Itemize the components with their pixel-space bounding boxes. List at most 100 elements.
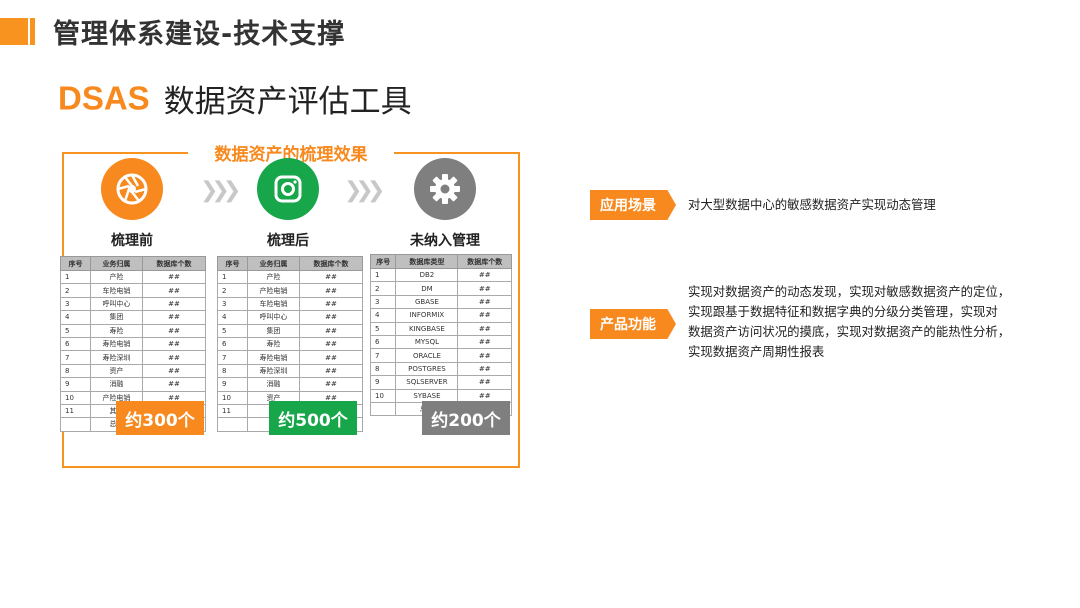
- aperture-icon: [101, 158, 163, 220]
- table-cell: 6: [217, 336, 248, 352]
- table-cell: 寿险电销: [89, 336, 143, 352]
- table-cell: 1: [369, 267, 397, 283]
- subtitle: DSAS 数据资产评估工具: [58, 76, 412, 121]
- column-header: 序号: [217, 256, 248, 271]
- table-row: 7 寿险深圳 ##: [60, 350, 207, 365]
- features-text: 实现对数据资产的动态发现，实现对敏感数据资产的定位， 实现跟基于数据特征和数据字…: [688, 282, 1048, 362]
- table-cell: ##: [298, 377, 364, 392]
- table-row: 6 MYSQL ##: [369, 334, 512, 350]
- table-cell: 11: [60, 403, 91, 419]
- table-cell: DM: [395, 281, 459, 296]
- table-cell: 7: [217, 350, 248, 365]
- table-cell: 3: [60, 296, 91, 312]
- table-cell: 车险电销: [246, 296, 300, 312]
- table-cell: 寿险: [89, 323, 143, 338]
- table-row: 2 DM ##: [369, 281, 512, 296]
- table-cell: 4: [217, 310, 248, 325]
- table-row: 4 呼叫中心 ##: [217, 310, 364, 325]
- table-cell: ##: [457, 308, 512, 323]
- table-cell: 2: [217, 283, 248, 298]
- table-cell: ##: [298, 283, 364, 298]
- camera-icon: [257, 158, 319, 220]
- table-row: 5 寿险 ##: [60, 323, 207, 338]
- stage-label: 未纳入管理: [410, 233, 480, 249]
- table-row: 3 车险电销 ##: [217, 296, 364, 312]
- table-cell: ##: [457, 361, 512, 377]
- table-cell: 产险: [246, 269, 300, 285]
- table-cell: SQLSERVER: [395, 375, 459, 390]
- table-cell: 8: [369, 361, 397, 377]
- table-cell: 寿险深圳: [89, 350, 143, 365]
- features-line: 数据资产访问状况的摸底，实现对数据资产的能热性分析，: [688, 324, 1011, 339]
- table-row: 9 SQLSERVER ##: [369, 375, 512, 390]
- table-cell: ##: [457, 334, 512, 350]
- table-cell: ##: [298, 363, 364, 379]
- table-cell: ##: [141, 350, 207, 365]
- features-tag: 产品功能: [590, 309, 676, 339]
- table-cell: ##: [298, 269, 364, 285]
- table-cell: ##: [298, 336, 364, 352]
- table-cell: [60, 417, 91, 432]
- table-cell: [369, 401, 397, 417]
- table-cell: 2: [369, 281, 397, 296]
- features-line: 实现数据资产周期性报表: [688, 344, 825, 359]
- table-cell: ##: [457, 267, 512, 283]
- table-row: 1 产险 ##: [60, 269, 207, 285]
- title-accent-bar: [0, 18, 35, 45]
- stage-after: 梳理后: [250, 158, 326, 250]
- table-cell: 1: [60, 269, 91, 285]
- table-cell: 集团: [89, 310, 143, 325]
- column-header: 数据库个数: [141, 256, 207, 271]
- scenario-tag: 应用场景: [590, 190, 676, 220]
- table-cell: ##: [141, 296, 207, 312]
- table-cell: 产险: [89, 269, 143, 285]
- table-row: 6 寿险 ##: [217, 336, 364, 352]
- table-cell: 2: [60, 283, 91, 298]
- table-cell: 6: [60, 336, 91, 352]
- gear-icon: [414, 158, 476, 220]
- table-cell: ##: [298, 310, 364, 325]
- table-cell: ##: [141, 310, 207, 325]
- table-cell: ##: [141, 363, 207, 379]
- column-header: 业务归属: [89, 256, 143, 271]
- table-row: 1 DB2 ##: [369, 267, 512, 283]
- table-row: 2 车险电销 ##: [60, 283, 207, 298]
- table-cell: 呼叫中心: [89, 296, 143, 312]
- table-cell: 9: [369, 375, 397, 390]
- table-row: 9 消融 ##: [217, 377, 364, 392]
- table-row: 2 产险电销 ##: [217, 283, 364, 298]
- table-cell: 消融: [89, 377, 143, 392]
- table-cell: ORACLE: [395, 348, 459, 363]
- table-cell: 10: [60, 390, 91, 405]
- table-cell: KINGBASE: [395, 321, 459, 336]
- table-row: 4 集团 ##: [60, 310, 207, 325]
- table-cell: 4: [369, 308, 397, 323]
- table-cell: 7: [369, 348, 397, 363]
- table-cell: ##: [141, 323, 207, 338]
- table-cell: 5: [369, 321, 397, 336]
- chevron-right-icon: ❯❯❯: [344, 178, 385, 203]
- table-unmanaged: 序号 数据库类型 数据库个数 1 DB2 ## 2 DM ## 3 GBASE ## 4 INFOR…: [369, 254, 512, 417]
- table-cell: POSTGRES: [395, 361, 459, 377]
- table-cell: 5: [217, 323, 248, 338]
- count-badge-unmanaged: 约200个: [422, 401, 510, 435]
- table-row: 4 INFORMIX ##: [369, 308, 512, 323]
- table-cell: ##: [457, 294, 512, 310]
- table-cell: 寿险电销: [246, 350, 300, 365]
- table-cell: 呼叫中心: [246, 310, 300, 325]
- table-cell: 11: [217, 403, 248, 419]
- features-line: 实现对数据资产的动态发现，实现对敏感数据资产的定位，: [688, 284, 1011, 299]
- table-cell: MYSQL: [395, 334, 459, 350]
- table-cell: 寿险深圳: [246, 363, 300, 379]
- column-header: 数据库类型: [395, 254, 459, 269]
- table-cell: 10: [217, 390, 248, 405]
- table-cell: ##: [141, 336, 207, 352]
- count-badge-before: 约300个: [116, 401, 204, 435]
- table-row: 8 寿险深圳 ##: [217, 363, 364, 379]
- table-cell: ##: [141, 377, 207, 392]
- table-cell: 产险电销: [246, 283, 300, 298]
- table-cell: 1: [217, 269, 248, 285]
- table-cell: 消融: [246, 377, 300, 392]
- stage-label: 梳理后: [267, 233, 309, 249]
- table-cell: ##: [298, 296, 364, 312]
